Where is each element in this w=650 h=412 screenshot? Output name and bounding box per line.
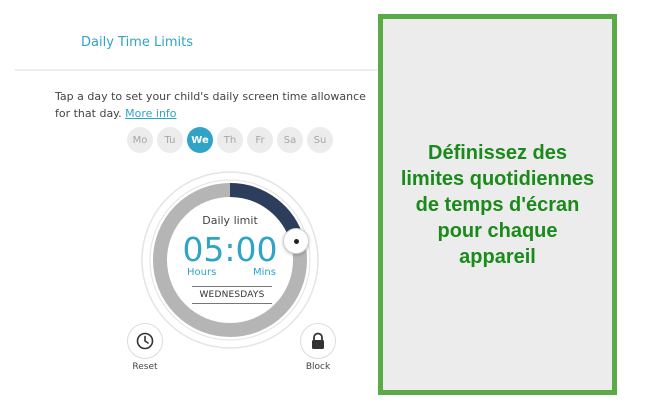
day-we[interactable]: We	[187, 127, 213, 153]
clock-icon	[136, 332, 154, 350]
description: Tap a day to set your child's daily scre…	[55, 88, 375, 122]
reset-button[interactable]: Reset	[125, 323, 165, 372]
day-th[interactable]: Th	[217, 127, 243, 153]
block-label: Block	[305, 362, 331, 372]
callout-box: Définissez des limites quotidiennes de t…	[378, 14, 617, 395]
callout-text: Définissez des limites quotidiennes de t…	[400, 141, 595, 268]
mins-label: Mins	[253, 267, 276, 278]
time-limit-dial[interactable]: Daily limit 05:00 Hours Mins WEDNESDAYS	[140, 170, 320, 350]
header-divider	[15, 69, 377, 71]
dial-label: Daily limit	[202, 214, 258, 227]
dial-day-label: WEDNESDAYS	[192, 286, 272, 304]
reset-label: Reset	[132, 362, 158, 372]
more-info-link[interactable]: More info	[125, 107, 176, 120]
reset-button-circle	[127, 323, 163, 359]
hours-label: Hours	[187, 267, 217, 278]
lock-icon	[312, 332, 324, 349]
block-button-circle	[300, 323, 336, 359]
day-sa[interactable]: Sa	[277, 127, 303, 153]
day-tu[interactable]: Tu	[157, 127, 183, 153]
day-selector: Mo Tu We Th Fr Sa Su	[127, 127, 333, 153]
dial-handle-dot	[293, 238, 299, 244]
page-title: Daily Time Limits	[81, 35, 193, 50]
day-fr[interactable]: Fr	[247, 127, 273, 153]
description-text: Tap a day to set your child's daily scre…	[55, 90, 366, 120]
dial-drag-handle[interactable]	[283, 228, 309, 254]
block-button[interactable]: Block	[298, 323, 338, 372]
day-su[interactable]: Su	[307, 127, 333, 153]
day-mo[interactable]: Mo	[127, 127, 153, 153]
